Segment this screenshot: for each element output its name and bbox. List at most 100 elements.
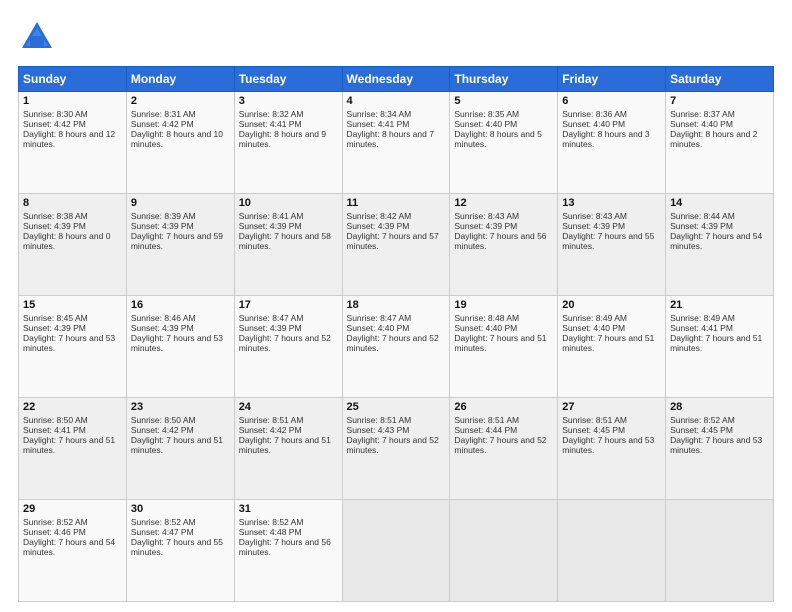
- sunrise: Sunrise: 8:45 AM: [23, 313, 88, 323]
- sunrise: Sunrise: 8:34 AM: [347, 109, 412, 119]
- day-number: 24: [239, 401, 338, 413]
- daylight: Daylight: 7 hours and 55 minutes.: [562, 231, 654, 251]
- daylight: Daylight: 7 hours and 56 minutes.: [239, 537, 331, 557]
- sunrise: Sunrise: 8:51 AM: [454, 415, 519, 425]
- day-number: 6: [562, 95, 661, 107]
- day-number: 15: [23, 299, 122, 311]
- sunset: Sunset: 4:46 PM: [23, 527, 86, 537]
- daylight: Daylight: 7 hours and 59 minutes.: [131, 231, 223, 251]
- day-number: 20: [562, 299, 661, 311]
- sunrise: Sunrise: 8:32 AM: [239, 109, 304, 119]
- day-number: 30: [131, 503, 230, 515]
- sunrise: Sunrise: 8:30 AM: [23, 109, 88, 119]
- daylight: Daylight: 8 hours and 10 minutes.: [131, 129, 223, 149]
- sunset: Sunset: 4:42 PM: [239, 425, 302, 435]
- sunset: Sunset: 4:39 PM: [670, 221, 733, 231]
- sunset: Sunset: 4:39 PM: [131, 323, 194, 333]
- sunrise: Sunrise: 8:51 AM: [562, 415, 627, 425]
- daylight: Daylight: 7 hours and 53 minutes.: [562, 435, 654, 455]
- daylight: Daylight: 7 hours and 54 minutes.: [23, 537, 115, 557]
- calendar-cell: 1Sunrise: 8:30 AMSunset: 4:42 PMDaylight…: [19, 92, 127, 194]
- day-number: 11: [347, 197, 446, 209]
- sunrise: Sunrise: 8:52 AM: [131, 517, 196, 527]
- day-number: 16: [131, 299, 230, 311]
- sunrise: Sunrise: 8:48 AM: [454, 313, 519, 323]
- sunrise: Sunrise: 8:42 AM: [347, 211, 412, 221]
- daylight: Daylight: 8 hours and 5 minutes.: [454, 129, 541, 149]
- weekday-header-monday: Monday: [126, 67, 234, 92]
- sunrise: Sunrise: 8:44 AM: [670, 211, 735, 221]
- daylight: Daylight: 8 hours and 7 minutes.: [347, 129, 434, 149]
- sunset: Sunset: 4:39 PM: [347, 221, 410, 231]
- sunset: Sunset: 4:45 PM: [670, 425, 733, 435]
- weekday-header-row: SundayMondayTuesdayWednesdayThursdayFrid…: [19, 67, 774, 92]
- calendar-cell: 31Sunrise: 8:52 AMSunset: 4:48 PMDayligh…: [234, 500, 342, 602]
- week-row-5: 29Sunrise: 8:52 AMSunset: 4:46 PMDayligh…: [19, 500, 774, 602]
- day-number: 22: [23, 401, 122, 413]
- day-number: 23: [131, 401, 230, 413]
- header: [18, 18, 774, 56]
- calendar-cell: 15Sunrise: 8:45 AMSunset: 4:39 PMDayligh…: [19, 296, 127, 398]
- daylight: Daylight: 7 hours and 53 minutes.: [131, 333, 223, 353]
- calendar-cell: [666, 500, 774, 602]
- day-number: 12: [454, 197, 553, 209]
- daylight: Daylight: 7 hours and 51 minutes.: [23, 435, 115, 455]
- sunrise: Sunrise: 8:43 AM: [562, 211, 627, 221]
- calendar-cell: 30 Sunrise: 8:52 AMSunset: 4:47 PMDayligh…: [126, 500, 234, 602]
- weekday-header-sunday: Sunday: [19, 67, 127, 92]
- calendar-cell: 17Sunrise: 8:47 AMSunset: 4:39 PMDayligh…: [234, 296, 342, 398]
- weekday-header-saturday: Saturday: [666, 67, 774, 92]
- sunrise: Sunrise: 8:52 AM: [23, 517, 88, 527]
- week-row-4: 22Sunrise: 8:50 AMSunset: 4:41 PMDayligh…: [19, 398, 774, 500]
- sunset: Sunset: 4:39 PM: [562, 221, 625, 231]
- daylight: Daylight: 7 hours and 51 minutes.: [239, 435, 331, 455]
- sunrise: Sunrise: 8:51 AM: [347, 415, 412, 425]
- sunrise: Sunrise: 8:35 AM: [454, 109, 519, 119]
- daylight: Daylight: 7 hours and 58 minutes.: [239, 231, 331, 251]
- day-number: 25: [347, 401, 446, 413]
- sunset: Sunset: 4:40 PM: [347, 323, 410, 333]
- sunrise: Sunrise: 8:52 AM: [670, 415, 735, 425]
- sunset: Sunset: 4:41 PM: [239, 119, 302, 129]
- calendar-cell: 3Sunrise: 8:32 AMSunset: 4:41 PMDaylight…: [234, 92, 342, 194]
- sunset: Sunset: 4:48 PM: [239, 527, 302, 537]
- calendar-cell: 24Sunrise: 8:51 AMSunset: 4:42 PMDayligh…: [234, 398, 342, 500]
- daylight: Daylight: 7 hours and 52 minutes.: [347, 435, 439, 455]
- sunset: Sunset: 4:47 PM: [131, 527, 194, 537]
- week-row-1: 1Sunrise: 8:30 AMSunset: 4:42 PMDaylight…: [19, 92, 774, 194]
- sunrise: Sunrise: 8:49 AM: [562, 313, 627, 323]
- sunset: Sunset: 4:40 PM: [562, 323, 625, 333]
- day-number: 17: [239, 299, 338, 311]
- calendar-cell: 18Sunrise: 8:47 AMSunset: 4:40 PMDayligh…: [342, 296, 450, 398]
- daylight: Daylight: 8 hours and 9 minutes.: [239, 129, 326, 149]
- day-number: 14: [670, 197, 769, 209]
- day-number: 29: [23, 503, 122, 515]
- sunrise: Sunrise: 8:43 AM: [454, 211, 519, 221]
- day-number: 26: [454, 401, 553, 413]
- sunset: Sunset: 4:43 PM: [347, 425, 410, 435]
- daylight: Daylight: 7 hours and 52 minutes.: [454, 435, 546, 455]
- daylight: Daylight: 7 hours and 51 minutes.: [670, 333, 762, 353]
- day-number: 19: [454, 299, 553, 311]
- sunset: Sunset: 4:39 PM: [23, 323, 86, 333]
- week-row-2: 8Sunrise: 8:38 AMSunset: 4:39 PMDaylight…: [19, 194, 774, 296]
- sunrise: Sunrise: 8:50 AM: [131, 415, 196, 425]
- sunrise: Sunrise: 8:52 AM: [239, 517, 304, 527]
- calendar-cell: 11Sunrise: 8:42 AMSunset: 4:39 PMDayligh…: [342, 194, 450, 296]
- sunset: Sunset: 4:44 PM: [454, 425, 517, 435]
- calendar-cell: 6Sunrise: 8:36 AMSunset: 4:40 PMDaylight…: [558, 92, 666, 194]
- logo: [18, 18, 62, 56]
- day-number: 28: [670, 401, 769, 413]
- calendar-cell: 20Sunrise: 8:49 AMSunset: 4:40 PMDayligh…: [558, 296, 666, 398]
- page: SundayMondayTuesdayWednesdayThursdayFrid…: [0, 0, 792, 612]
- sunset: Sunset: 4:39 PM: [239, 323, 302, 333]
- calendar-cell: 16Sunrise: 8:46 AMSunset: 4:39 PMDayligh…: [126, 296, 234, 398]
- calendar-cell: 28Sunrise: 8:52 AMSunset: 4:45 PMDayligh…: [666, 398, 774, 500]
- sunset: Sunset: 4:41 PM: [347, 119, 410, 129]
- daylight: Daylight: 7 hours and 55 minutes.: [131, 537, 223, 557]
- calendar-cell: 26 Sunrise: 8:51 AMSunset: 4:44 PMDayligh…: [450, 398, 558, 500]
- daylight: Daylight: 8 hours and 2 minutes.: [670, 129, 757, 149]
- daylight: Daylight: 8 hours and 0 minutes.: [23, 231, 110, 251]
- sunset: Sunset: 4:45 PM: [562, 425, 625, 435]
- sunrise: Sunrise: 8:37 AM: [670, 109, 735, 119]
